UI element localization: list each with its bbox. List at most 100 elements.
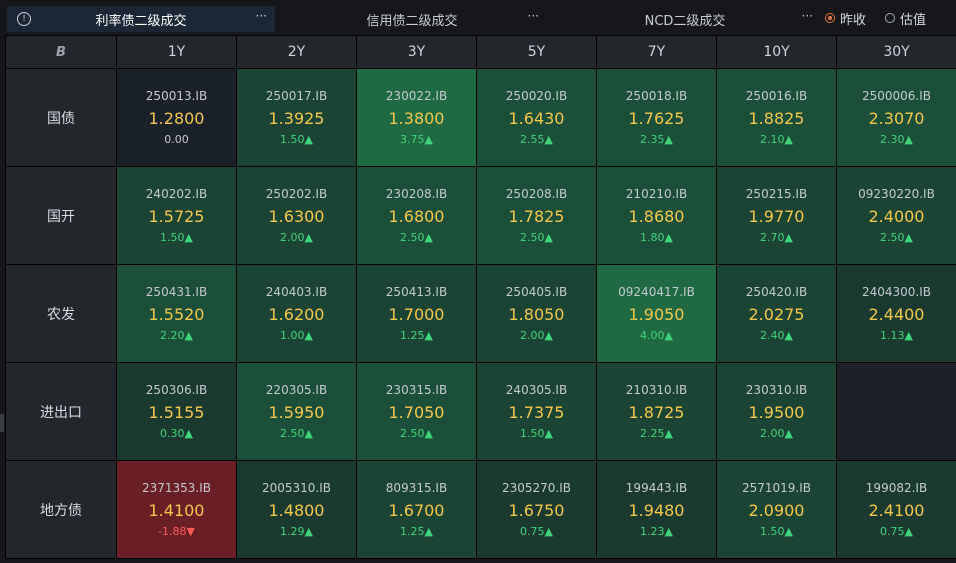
empty-cell [837, 363, 956, 460]
bond-cell[interactable]: 210210.IB 1.8680 1.80▲ [597, 167, 716, 264]
bond-cell[interactable]: 240305.IB 1.7375 1.50▲ [477, 363, 596, 460]
bond-cell[interactable]: 220305.IB 1.5950 2.50▲ [237, 363, 356, 460]
bond-cell[interactable]: 230022.IB 1.3800 3.75▲ [357, 69, 476, 166]
tab-label: 利率债二级成交 [95, 13, 187, 29]
row-header: 进出口 [6, 363, 116, 460]
radio-valuation[interactable]: 估值 [885, 8, 926, 28]
yield-change: 1.23▲ [640, 525, 673, 538]
bond-yield: 1.9050 [628, 305, 685, 324]
bond-code: 09240417.IB [618, 285, 695, 299]
bond-cell[interactable]: 09230220.IB 2.4000 2.50▲ [837, 167, 956, 264]
bond-cell[interactable]: 2371353.IB 1.4100 -1.88▼ [117, 461, 236, 558]
col-header-2y[interactable]: 2Y [237, 36, 356, 68]
bond-code: 210310.IB [625, 383, 688, 397]
yield-change: 2.70▲ [760, 231, 793, 244]
more-icon[interactable]: ··· [528, 9, 539, 23]
bond-cell[interactable]: 240202.IB 1.5725 1.50▲ [117, 167, 236, 264]
bond-cell[interactable]: 240403.IB 1.6200 1.00▲ [237, 265, 356, 362]
yield-change: 0.30▲ [160, 427, 193, 440]
bond-yield: 1.6200 [268, 305, 325, 324]
bond-cell[interactable]: 250016.IB 1.8825 2.10▲ [717, 69, 836, 166]
bond-cell[interactable]: 250215.IB 1.9770 2.70▲ [717, 167, 836, 264]
bond-code: 250306.IB [145, 383, 208, 397]
bond-yield: 2.0275 [748, 305, 805, 324]
bond-code: 2305270.IB [501, 481, 572, 495]
col-header-30y[interactable]: 30Y [837, 36, 956, 68]
bond-yield: 1.3925 [268, 109, 325, 128]
radio-unchecked-icon[interactable] [885, 13, 895, 23]
bond-cell[interactable]: 250405.IB 1.8050 2.00▲ [477, 265, 596, 362]
col-header-3y[interactable]: 3Y [357, 36, 476, 68]
bond-cell[interactable]: 250306.IB 1.5155 0.30▲ [117, 363, 236, 460]
bond-yield: 1.7050 [388, 403, 445, 422]
bond-cell[interactable]: 2500006.IB 2.3070 2.30▲ [837, 69, 956, 166]
bond-code: 250202.IB [265, 187, 328, 201]
yield-matrix: B 1Y 2Y 3Y 5Y 7Y 10Y 30Y 国债 250013.IB 1.28… [5, 35, 956, 559]
bond-yield: 1.9500 [748, 403, 805, 422]
tab-ncd[interactable]: NCD二级成交 ··· [549, 6, 821, 32]
bond-code: 250018.IB [625, 89, 688, 103]
bond-yield: 1.3800 [388, 109, 445, 128]
bond-cell[interactable]: 2305270.IB 1.6750 0.75▲ [477, 461, 596, 558]
bond-cell[interactable]: 809315.IB 1.6700 1.25▲ [357, 461, 476, 558]
yield-change: 2.30▲ [880, 133, 913, 146]
bond-cell[interactable]: 250413.IB 1.7000 1.25▲ [357, 265, 476, 362]
bond-cell[interactable]: 250208.IB 1.7825 2.50▲ [477, 167, 596, 264]
bond-code: 2500006.IB [861, 89, 932, 103]
bond-code: 250420.IB [745, 285, 808, 299]
bond-code: 210210.IB [625, 187, 688, 201]
bond-yield: 1.6750 [508, 501, 565, 520]
bond-cell[interactable]: 09240417.IB 1.9050 4.00▲ [597, 265, 716, 362]
bond-cell[interactable]: 2571019.IB 2.0900 1.50▲ [717, 461, 836, 558]
col-header-1y[interactable]: 1Y [117, 36, 236, 68]
more-icon[interactable]: ··· [802, 9, 813, 23]
info-icon[interactable]: ! [17, 12, 31, 26]
bond-cell[interactable]: 230208.IB 1.6800 2.50▲ [357, 167, 476, 264]
bond-cell[interactable]: 199443.IB 1.9480 1.23▲ [597, 461, 716, 558]
scroll-handle[interactable] [0, 414, 4, 432]
radio-label: 估值 [900, 12, 927, 28]
bond-yield: 2.4100 [868, 501, 925, 520]
bond-cell[interactable]: 250020.IB 1.6430 2.55▲ [477, 69, 596, 166]
yield-change: 2.50▲ [280, 427, 313, 440]
bond-cell[interactable]: 2404300.IB 2.4400 1.13▲ [837, 265, 956, 362]
bond-code: 199082.IB [865, 481, 928, 495]
bond-cell[interactable]: 230315.IB 1.7050 2.50▲ [357, 363, 476, 460]
yield-change: 2.10▲ [760, 133, 793, 146]
tab-label: 信用债二级成交 [366, 13, 458, 29]
bond-cell[interactable]: 250013.IB 1.2800 0.00 [117, 69, 236, 166]
radio-checked-icon[interactable] [825, 13, 835, 23]
bond-yield: 2.0900 [748, 501, 805, 520]
radio-label: 昨收 [840, 12, 867, 28]
bond-cell[interactable]: 2005310.IB 1.4800 1.29▲ [237, 461, 356, 558]
tab-rate-bond[interactable]: ! 利率债二级成交 ··· [7, 6, 275, 32]
bond-code: 230208.IB [385, 187, 448, 201]
bond-cell[interactable]: 250017.IB 1.3925 1.50▲ [237, 69, 356, 166]
bond-code: 250431.IB [145, 285, 208, 299]
bond-cell[interactable]: 250431.IB 1.5520 2.20▲ [117, 265, 236, 362]
tab-credit-bond[interactable]: 信用债二级成交 ··· [277, 6, 547, 32]
bond-cell[interactable]: 199082.IB 2.4100 0.75▲ [837, 461, 956, 558]
row-header: 地方债 [6, 461, 116, 558]
b-logo-icon: B [56, 44, 66, 60]
radio-prev-close[interactable]: 昨收 [825, 8, 866, 28]
col-header-7y[interactable]: 7Y [597, 36, 716, 68]
bond-cell[interactable]: 250420.IB 2.0275 2.40▲ [717, 265, 836, 362]
bond-yield: 1.7375 [508, 403, 565, 422]
yield-change: -1.88▼ [158, 525, 195, 538]
bond-yield: 1.7625 [628, 109, 685, 128]
more-icon[interactable]: ··· [256, 9, 267, 23]
yield-change: 1.00▲ [280, 329, 313, 342]
bond-cell[interactable]: 250018.IB 1.7625 2.35▲ [597, 69, 716, 166]
bond-code: 250020.IB [505, 89, 568, 103]
yield-change: 0.75▲ [520, 525, 553, 538]
bond-cell[interactable]: 210310.IB 1.8725 2.25▲ [597, 363, 716, 460]
bond-cell[interactable]: 230310.IB 1.9500 2.00▲ [717, 363, 836, 460]
bond-cell[interactable]: 250202.IB 1.6300 2.00▲ [237, 167, 356, 264]
top-bar: ! 利率债二级成交 ··· 信用债二级成交 ··· NCD二级成交 ··· 昨收… [0, 0, 956, 36]
col-header-5y[interactable]: 5Y [477, 36, 596, 68]
bond-code: 2371353.IB [141, 481, 212, 495]
yield-change: 2.35▲ [640, 133, 673, 146]
bond-code: 230310.IB [745, 383, 808, 397]
col-header-10y[interactable]: 10Y [717, 36, 836, 68]
